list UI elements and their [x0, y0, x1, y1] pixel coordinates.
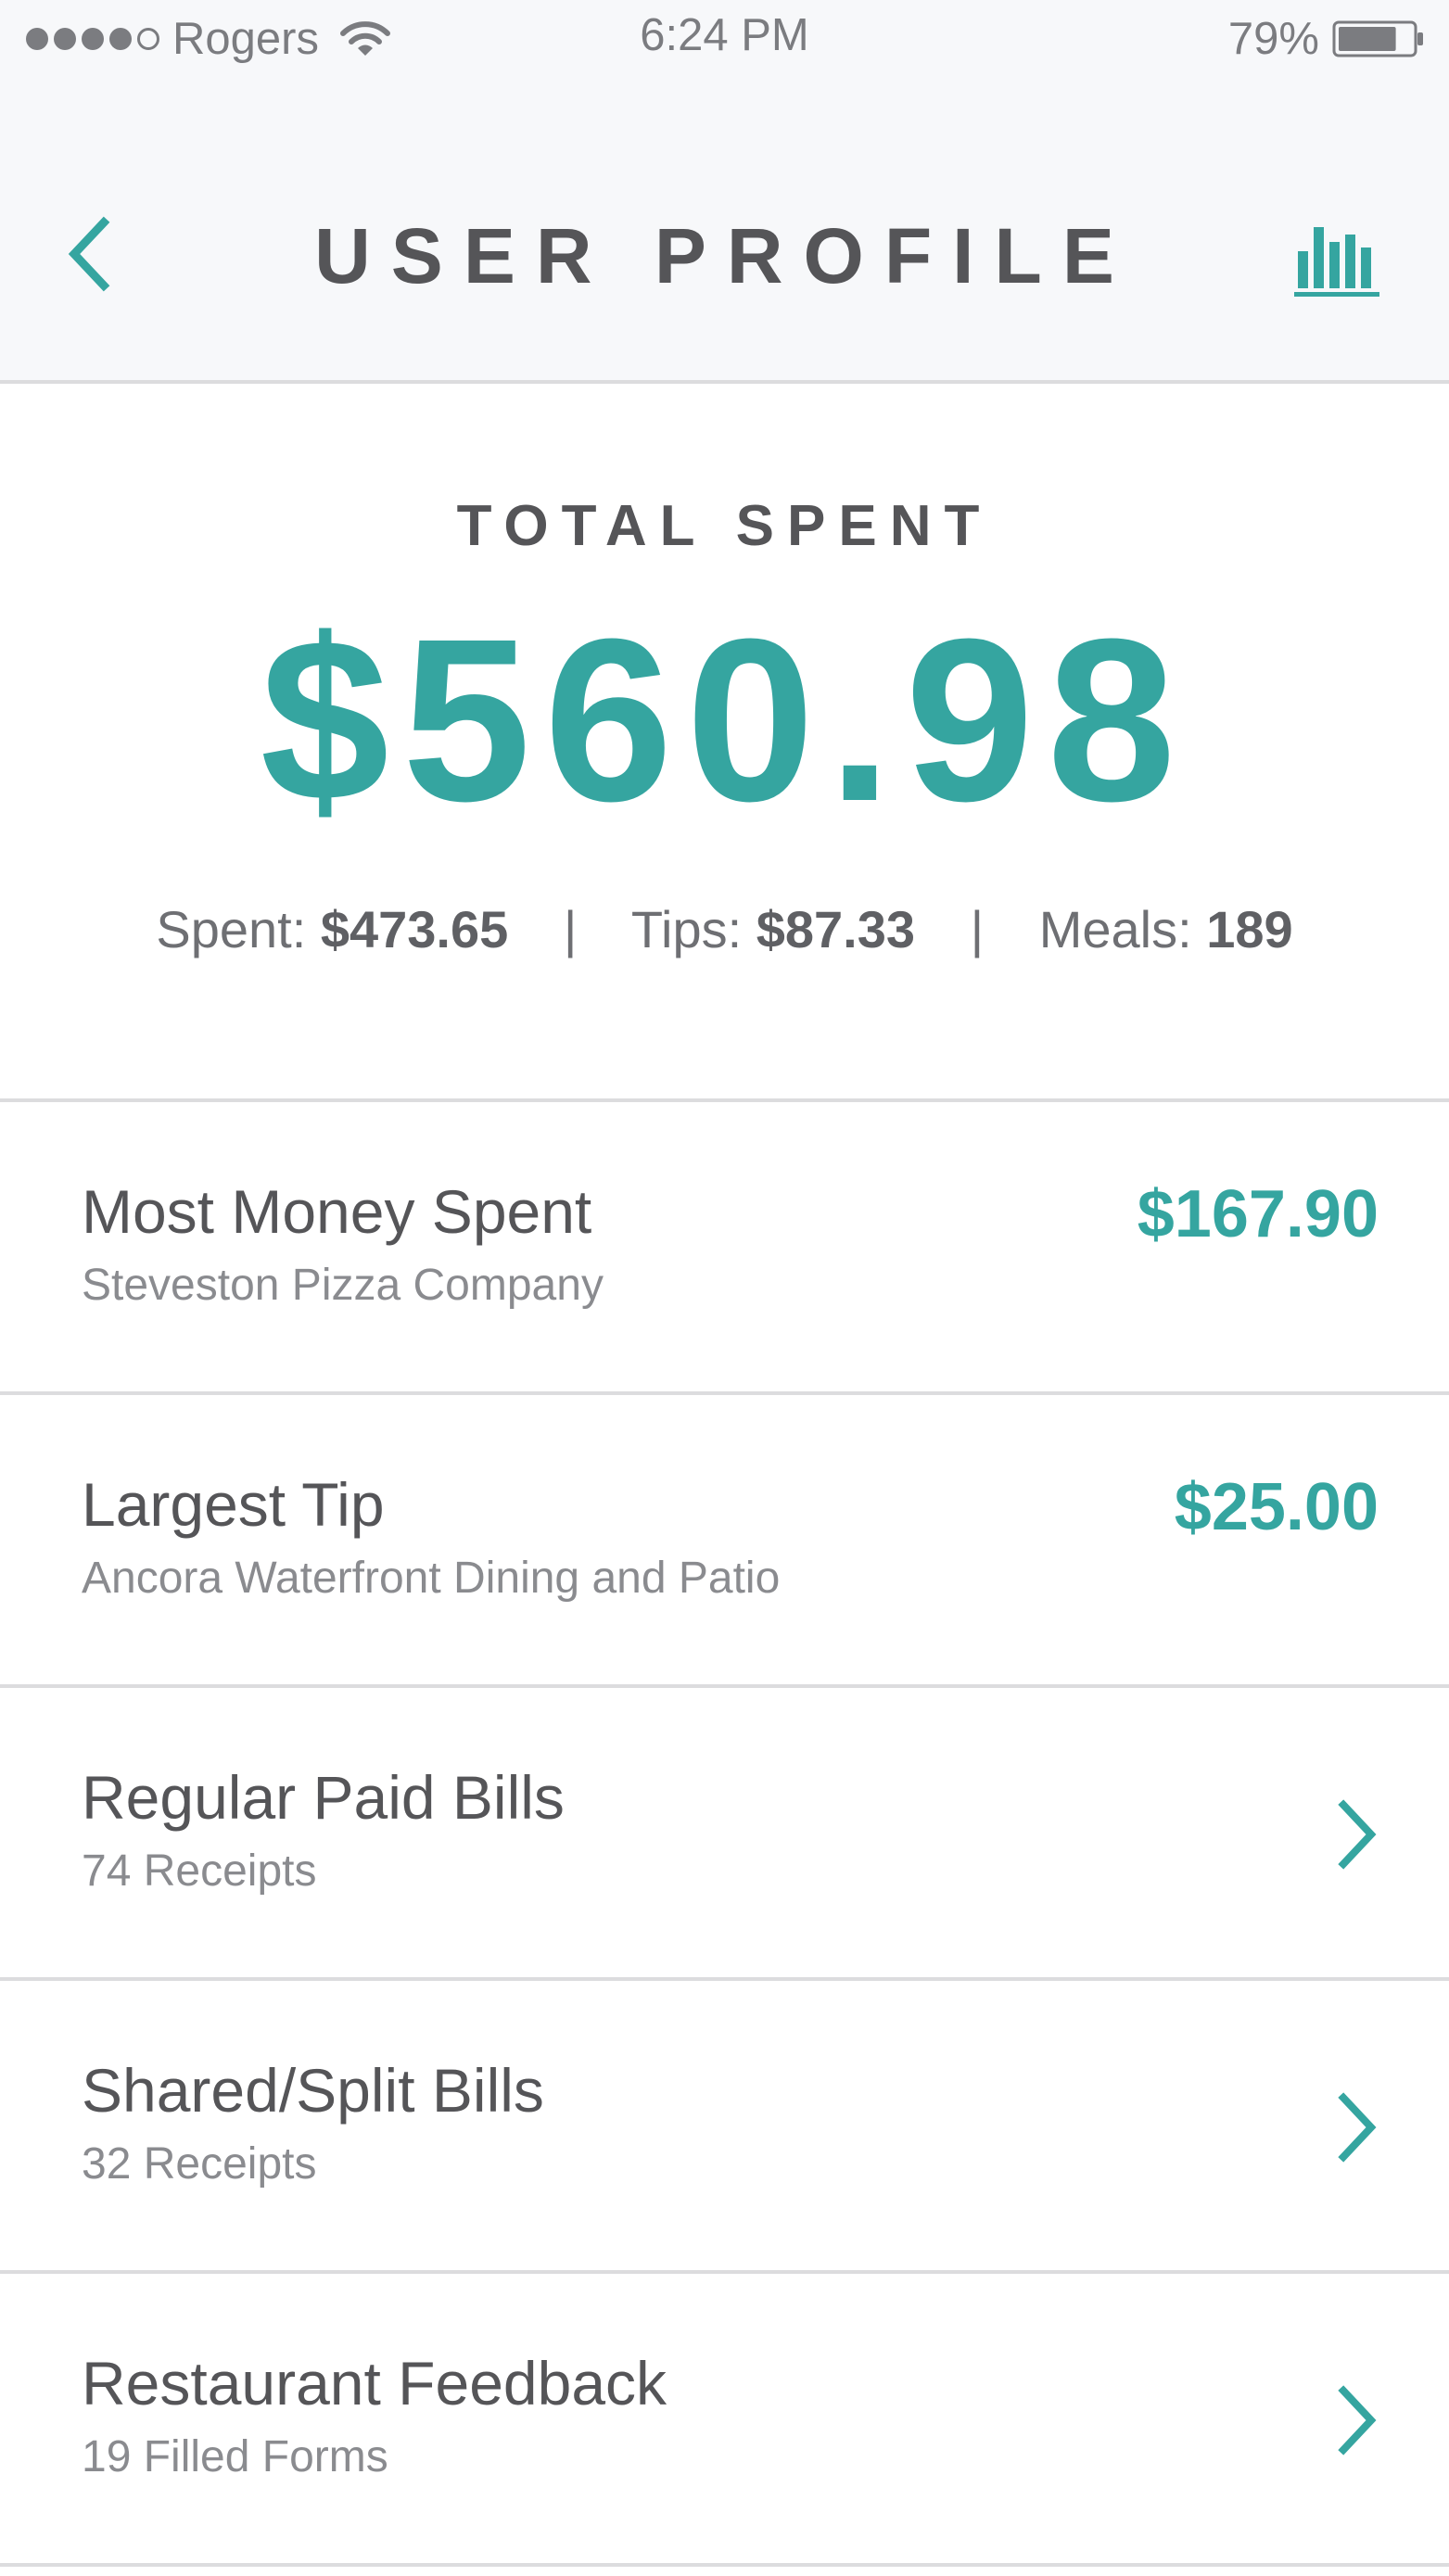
- list-item-largest-tip[interactable]: Largest Tip Ancora Waterfront Dining and…: [0, 1395, 1449, 1688]
- profile-list: Most Money Spent Steveston Pizza Company…: [0, 1098, 1449, 2567]
- page-title: USER PROFILE: [314, 212, 1135, 299]
- summary-breakdown: Spent: $473.65 | Tips: $87.33 | Meals: 1…: [0, 899, 1449, 959]
- status-bar: Rogers 6:24 PM 79%: [0, 0, 1449, 80]
- list-item-regular-paid-bills[interactable]: Regular Paid Bills 74 Receipts: [0, 1688, 1449, 1981]
- item-subtitle: 19 Filled Forms: [82, 2432, 388, 2481]
- list-item-restaurant-feedback[interactable]: Restaurant Feedback 19 Filled Forms: [0, 2274, 1449, 2567]
- list-item-most-money-spent[interactable]: Most Money Spent Steveston Pizza Company…: [0, 1102, 1449, 1395]
- item-title: Largest Tip: [82, 1470, 385, 1539]
- total-summary: TOTAL SPENT $560.98 Spent: $473.65 | Tip…: [0, 384, 1449, 1098]
- item-subtitle: 32 Receipts: [82, 2139, 317, 2189]
- tips-label: Tips:: [630, 900, 743, 958]
- item-value: $25.00: [1174, 1470, 1379, 1544]
- bar-chart-icon[interactable]: [1292, 214, 1381, 298]
- status-right: 79%: [1228, 11, 1425, 67]
- separator: |: [970, 900, 985, 958]
- list-item-shared-split-bills[interactable]: Shared/Split Bills 32 Receipts: [0, 1981, 1449, 2274]
- spent-label: Spent:: [156, 900, 307, 958]
- item-value: $167.90: [1137, 1177, 1379, 1251]
- chevron-right-icon[interactable]: [1334, 2090, 1379, 2164]
- total-spent-value: $560.98: [260, 590, 1189, 849]
- item-subtitle: Ancora Waterfront Dining and Patio: [82, 1554, 781, 1603]
- spent-value: $473.65: [320, 900, 509, 958]
- battery-icon: [1332, 20, 1423, 57]
- item-subtitle: 74 Receipts: [82, 1846, 317, 1896]
- item-subtitle: Steveston Pizza Company: [82, 1261, 604, 1310]
- battery-percentage: 79%: [1227, 14, 1319, 64]
- item-title: Regular Paid Bills: [82, 1763, 565, 1832]
- nav-bar: USER PROFILE: [0, 80, 1449, 384]
- item-title: Most Money Spent: [82, 1177, 592, 1246]
- chevron-right-icon[interactable]: [1334, 1797, 1379, 1872]
- battery-fill: [1339, 27, 1396, 51]
- tips-value: $87.33: [756, 900, 916, 958]
- total-spent-label: TOTAL SPENT: [456, 494, 993, 558]
- item-title: Restaurant Feedback: [82, 2349, 667, 2417]
- meals-value: 189: [1206, 900, 1293, 958]
- item-title: Shared/Split Bills: [82, 2056, 544, 2125]
- chevron-right-icon[interactable]: [1334, 2383, 1379, 2457]
- meals-label: Meals:: [1038, 900, 1192, 958]
- separator: |: [563, 900, 578, 958]
